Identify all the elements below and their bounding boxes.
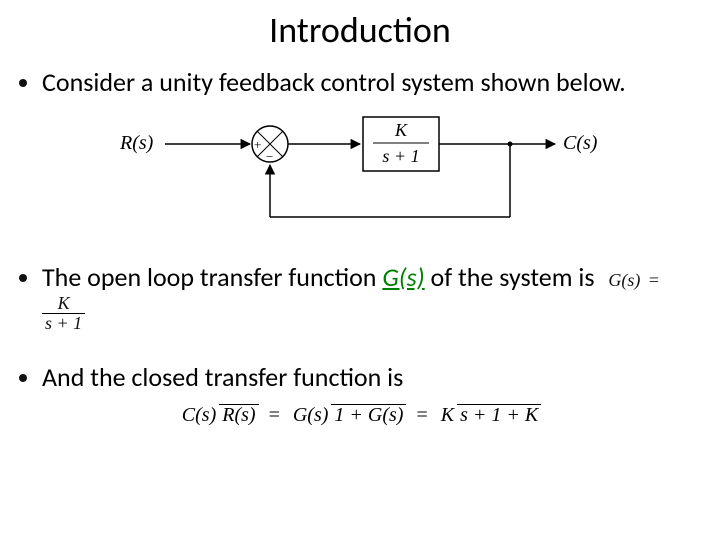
- block-diagram: R(s) + − K s + 1 C(s): [22, 109, 698, 239]
- cl-lhs: C(s) R(s): [179, 404, 259, 426]
- bullet-3: And the closed transfer function is: [42, 361, 698, 394]
- feedback-diagram-svg: R(s) + − K s + 1 C(s): [105, 109, 615, 239]
- cl-eq2: =: [412, 404, 431, 427]
- cl-lhs-den: R(s): [219, 404, 258, 426]
- gs-highlight: G(s): [382, 261, 424, 293]
- bullet-2-suffix: of the system is: [425, 261, 595, 293]
- bullet-list: Consider a unity feedback control system…: [22, 66, 698, 99]
- cl-mid-den: 1 + G(s): [331, 404, 406, 426]
- cl-rhs-den: s + 1 + K: [457, 404, 541, 426]
- ol-frac: K s + 1: [42, 294, 85, 333]
- output-label: C(s): [563, 132, 598, 154]
- ol-num: K: [42, 294, 85, 313]
- cl-mid-num: G(s): [290, 405, 332, 426]
- cl-rhs-num: K: [438, 405, 457, 426]
- cl-rhs: K s + 1 + K: [438, 404, 541, 426]
- cl-eq1: =: [265, 404, 284, 427]
- page-title: Introduction: [22, 8, 698, 52]
- block-numerator: K: [394, 120, 408, 140]
- bullet-2-prefix: The open loop transfer function: [42, 261, 382, 293]
- ol-lhs: G(s): [608, 270, 640, 290]
- bullet-list-2: The open loop transfer function G(s) of …: [22, 261, 698, 334]
- bullet-2-text: The open loop transfer function G(s) of …: [42, 261, 600, 293]
- bullet-1-text: Consider a unity feedback control system…: [42, 66, 698, 99]
- bullet-2: The open loop transfer function G(s) of …: [42, 261, 698, 334]
- cl-lhs-num: C(s): [179, 405, 219, 426]
- bullet-list-3: And the closed transfer function is: [22, 361, 698, 394]
- bullet-1: Consider a unity feedback control system…: [42, 66, 698, 99]
- closed-loop-formula: C(s) R(s) = G(s) 1 + G(s) = K s + 1 + K: [22, 404, 698, 427]
- bullet-3-text: And the closed transfer function is: [42, 361, 403, 393]
- ol-eq: =: [645, 270, 663, 290]
- slide: Introduction Consider a unity feedback c…: [0, 0, 720, 540]
- input-label: R(s): [119, 132, 154, 154]
- block-denominator: s + 1: [382, 146, 419, 166]
- sum-minus: −: [266, 149, 273, 164]
- ol-den: s + 1: [42, 313, 85, 333]
- sum-plus: +: [254, 137, 261, 152]
- cl-mid: G(s) 1 + G(s): [290, 404, 407, 426]
